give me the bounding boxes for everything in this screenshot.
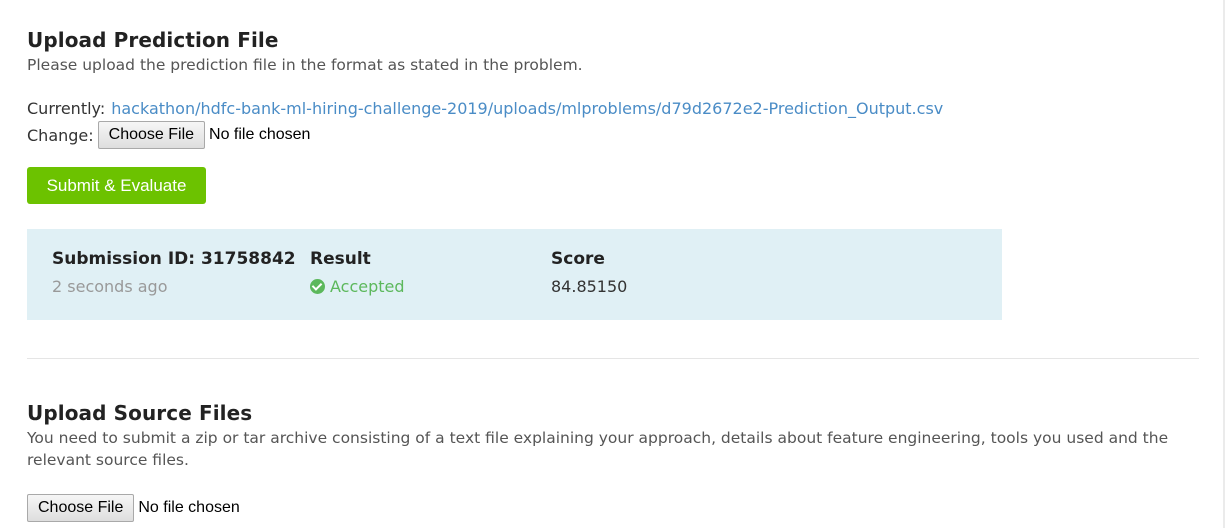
source-no-file-text: No file chosen xyxy=(138,499,240,516)
submission-id: Submission ID: 31758842 xyxy=(52,249,296,269)
currently-label: Currently: xyxy=(27,99,106,118)
prediction-section-title: Upload Prediction File xyxy=(27,28,279,52)
change-label: Change: xyxy=(27,125,94,145)
submission-time: 2 seconds ago xyxy=(52,277,168,296)
result-status-text: Accepted xyxy=(330,277,405,296)
score-value: 84.85150 xyxy=(551,277,628,296)
change-file-row: Change: Choose File No file chosen xyxy=(27,121,310,149)
source-section-header: Upload Source Files You need to submit a… xyxy=(27,401,1187,471)
prediction-section-description: Please upload the prediction file in the… xyxy=(27,56,583,74)
score-column: Score 84.85150 xyxy=(551,249,627,296)
prediction-choose-file-button[interactable]: Choose File xyxy=(97,121,206,149)
source-section-title: Upload Source Files xyxy=(27,401,253,425)
result-column: Result Accepted xyxy=(310,249,405,296)
prediction-no-file-text: No file chosen xyxy=(209,126,311,143)
current-file-link[interactable]: hackathon/hdfc-bank-ml-hiring-challenge-… xyxy=(111,99,943,118)
source-choose-file-button[interactable]: Choose File xyxy=(27,494,135,522)
result-status: Accepted xyxy=(310,277,405,296)
source-file-row: Choose File No file chosen xyxy=(27,494,240,522)
current-file-row: Currently: hackathon/hdfc-bank-ml-hiring… xyxy=(27,99,943,118)
submission-id-column: Submission ID: 31758842 2 seconds ago xyxy=(52,249,296,296)
section-divider xyxy=(27,358,1199,359)
source-section-description: You need to submit a zip or tar archive … xyxy=(27,429,1169,469)
check-circle-icon xyxy=(310,279,325,294)
submit-evaluate-button[interactable]: Submit & Evaluate xyxy=(27,167,206,204)
result-label: Result xyxy=(310,249,371,269)
prediction-section-header: Upload Prediction File Please upload the… xyxy=(27,28,583,76)
score-label: Score xyxy=(551,249,605,269)
submission-result-panel: Submission ID: 31758842 2 seconds ago Re… xyxy=(27,229,1002,320)
